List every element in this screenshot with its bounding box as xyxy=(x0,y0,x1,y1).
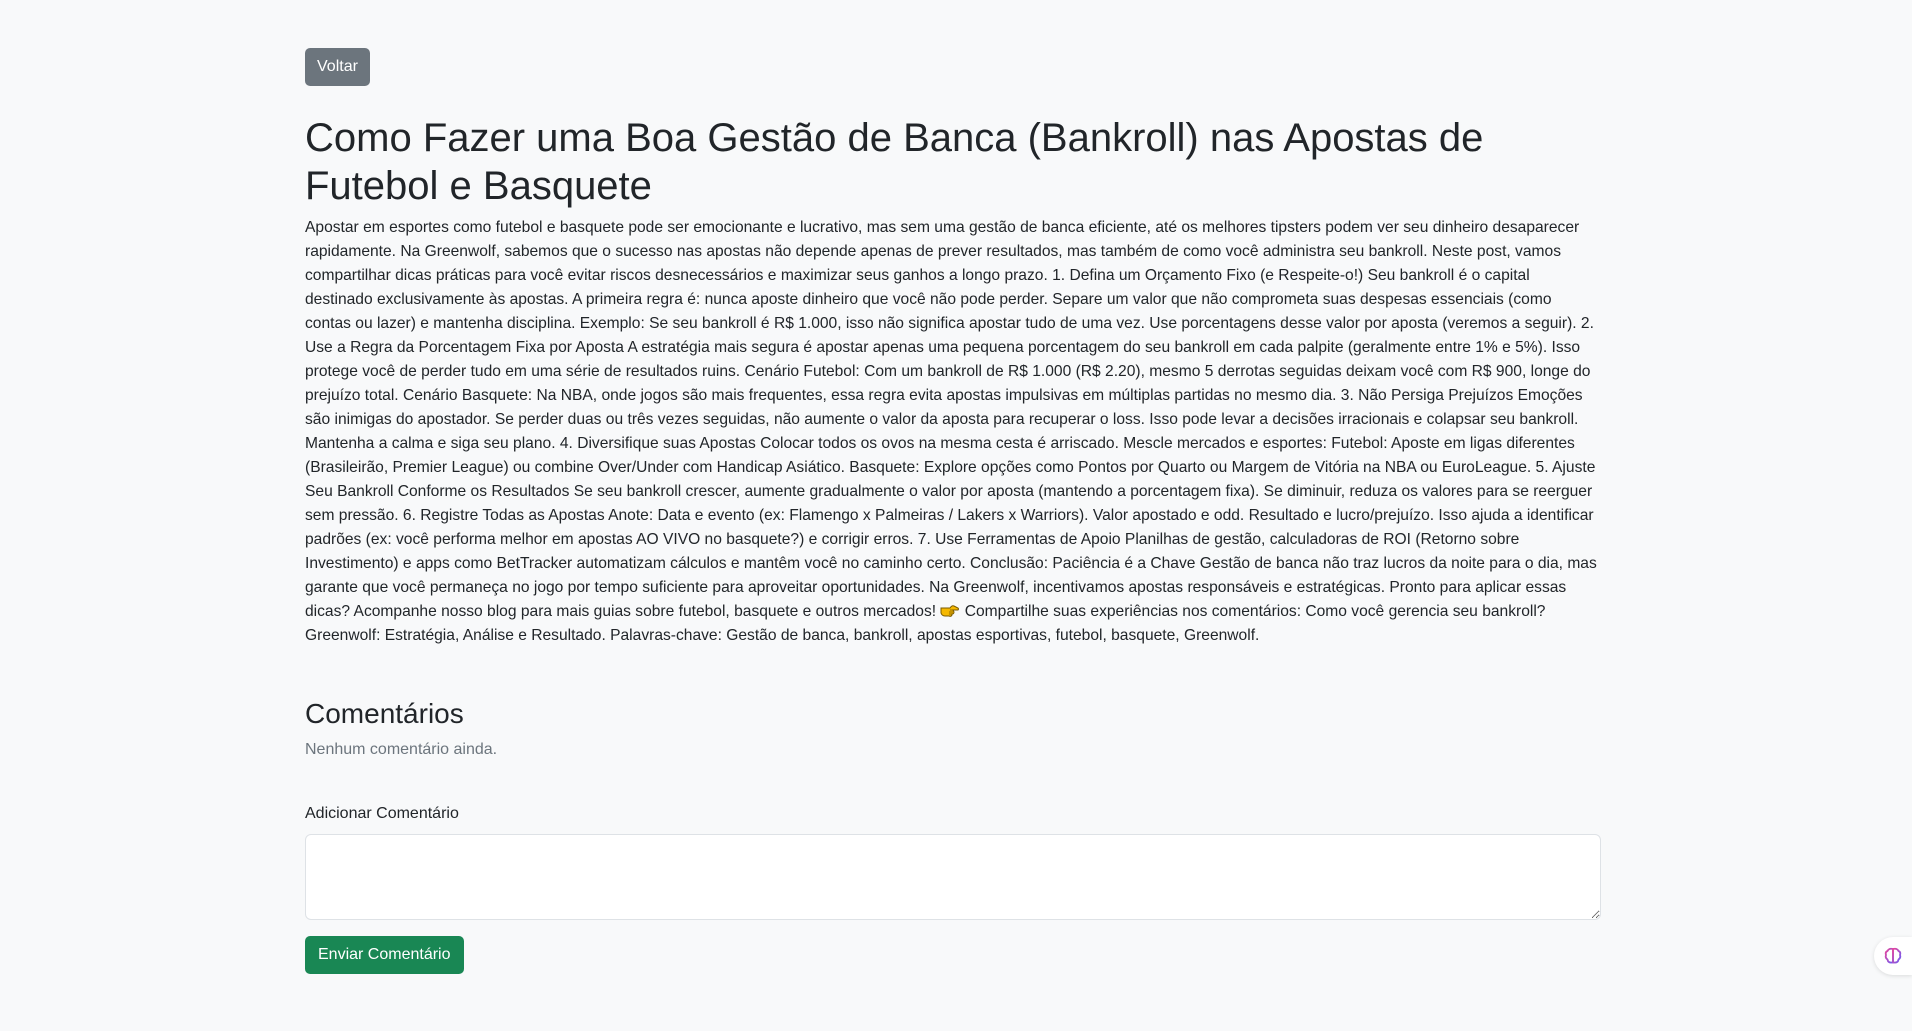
post-body: Apostar em esportes como futebol e basqu… xyxy=(305,216,1601,648)
pointing-hand-icon xyxy=(940,602,960,618)
post-body-text-1: Apostar em esportes como futebol e basqu… xyxy=(305,219,1597,620)
brain-extension-icon xyxy=(1884,947,1902,964)
post-container: Voltar Como Fazer uma Boa Gestão de Banc… xyxy=(305,48,1601,974)
comments-title: Comentários xyxy=(305,698,464,729)
back-button[interactable]: Voltar xyxy=(305,48,370,86)
submit-comment-button[interactable]: Enviar Comentário xyxy=(305,936,464,974)
no-comments-text: Nenhum comentário ainda. xyxy=(305,741,498,758)
extension-widget[interactable] xyxy=(1874,937,1912,975)
post-title: Como Fazer uma Boa Gestão de Banca (Bank… xyxy=(305,116,1484,208)
comment-form-label: Adicionar Comentário xyxy=(305,805,459,822)
comment-textarea[interactable] xyxy=(305,834,1601,920)
